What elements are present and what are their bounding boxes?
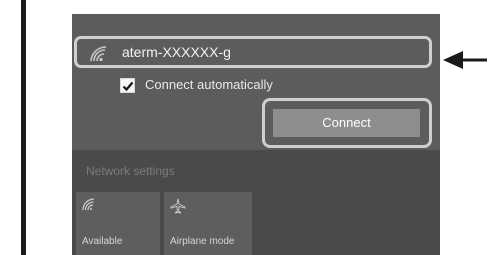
airplane-icon [170,198,186,214]
available-label: Available [82,236,123,247]
connect-automatically-checkbox[interactable] [120,78,135,93]
airplane-mode-tile[interactable]: Airplane mode [164,192,252,255]
connect-button[interactable]: Connect [273,109,420,137]
airplane-mode-label: Airplane mode [170,236,235,247]
network-flyout-panel: aterm-XXXXXX-g Connect automatically Con… [72,14,440,255]
page-margin-rule [21,0,26,255]
selected-network-area: aterm-XXXXXX-g Connect automatically Con… [72,14,440,150]
connect-automatically-label: Connect automatically [145,77,273,92]
wifi-icon [82,198,95,211]
pointer-arrow-icon [443,51,487,69]
wifi-signal-icon [90,46,107,62]
network-settings-link[interactable]: Network settings [86,164,175,178]
network-item[interactable]: aterm-XXXXXX-g [74,36,432,68]
network-name: aterm-XXXXXX-g [122,44,231,60]
available-tile[interactable]: Available [76,192,160,255]
checkmark-icon [122,81,134,92]
